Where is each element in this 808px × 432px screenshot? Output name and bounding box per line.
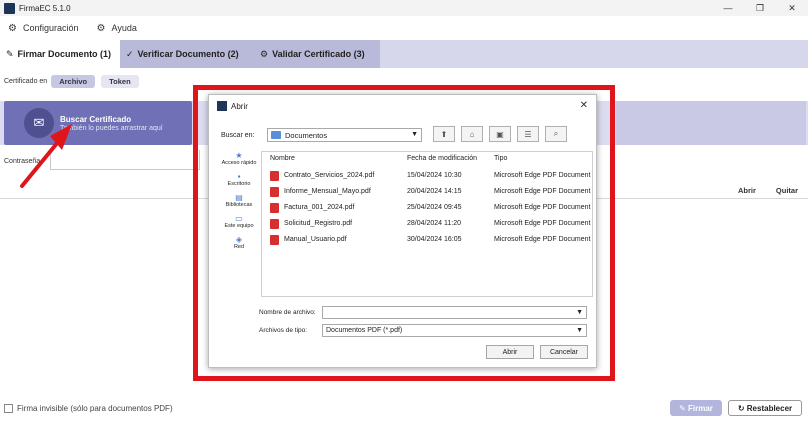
- tab-firmar-documento[interactable]: ✎ Firmar Documento (1): [0, 40, 120, 68]
- menu-configuracion[interactable]: ⚙ Configuración: [8, 23, 79, 34]
- window-titlebar: FirmaEC 5.1.0 — ❐ ✕: [0, 0, 808, 16]
- drop-band-right: [616, 101, 806, 145]
- tab-validar-label: Validar Certificado (3): [272, 49, 365, 59]
- menu-configuracion-label: Configuración: [22, 23, 79, 33]
- help-icon: ⚙: [96, 22, 106, 34]
- maximize-button[interactable]: ❐: [744, 0, 776, 16]
- menu-ayuda-label: Ayuda: [111, 23, 137, 33]
- gear-icon: ⚙: [260, 48, 269, 59]
- tabs-filler: [380, 40, 808, 68]
- password-input[interactable]: [50, 150, 200, 170]
- close-button[interactable]: ✕: [776, 0, 808, 16]
- column-quitar: Quitar: [775, 186, 798, 195]
- highlight-frame: [193, 85, 615, 381]
- refresh-icon: ↻: [737, 403, 747, 413]
- certificate-source-label: Certificado en: [4, 77, 48, 85]
- certificate-icon: ✉: [24, 108, 54, 138]
- app-logo-icon: [4, 2, 15, 14]
- gear-icon: ⚙: [8, 22, 17, 34]
- pen-icon: ✎: [6, 48, 14, 59]
- tab-validar-certificado[interactable]: ⚙ Validar Certificado (3): [254, 40, 380, 68]
- window-controls: — ❐ ✕: [712, 0, 808, 16]
- search-certificate-dropzone[interactable]: ✉ Buscar Certificado También lo puedes a…: [4, 101, 192, 145]
- certificate-source-row: Certificado en Archivo Token: [4, 74, 145, 88]
- reset-button[interactable]: ↻ Restablecer: [728, 400, 802, 416]
- menubar: ⚙ Configuración ⚙ Ayuda: [0, 18, 147, 38]
- pen-icon: ✎: [679, 403, 689, 413]
- dropzone-text: Buscar Certificado También lo puedes arr…: [60, 115, 163, 132]
- check-icon: ✓: [126, 48, 134, 59]
- dropzone-title: Buscar Certificado: [60, 114, 132, 124]
- minimize-button[interactable]: —: [712, 0, 744, 16]
- main-tabs: ✎ Firmar Documento (1) ✓ Verificar Docum…: [0, 40, 808, 68]
- tab-verificar-label: Verificar Documento (2): [137, 49, 239, 59]
- tab-firmar-label: Firmar Documento (1): [17, 49, 112, 59]
- documents-list-header: Abrir Quitar: [718, 186, 798, 195]
- invisible-signature-checkbox[interactable]: [4, 404, 13, 413]
- column-abrir: Abrir: [737, 186, 756, 195]
- invisible-signature-option[interactable]: Firma invisible (sólo para documentos PD…: [4, 404, 173, 413]
- window-title: FirmaEC 5.1.0: [19, 3, 71, 13]
- option-token[interactable]: Token: [101, 74, 139, 88]
- dropzone-subtitle: También lo puedes arrastrar aquí: [60, 124, 163, 132]
- password-row: Contraseña: [4, 154, 40, 168]
- tab-verificar-documento[interactable]: ✓ Verificar Documento (2): [120, 40, 254, 68]
- reset-button-label: Restablecer: [746, 403, 793, 413]
- sign-button-label: Firmar: [688, 403, 713, 413]
- password-label: Contraseña: [4, 157, 41, 165]
- option-archivo[interactable]: Archivo: [51, 74, 96, 88]
- menu-ayuda[interactable]: ⚙ Ayuda: [97, 23, 137, 34]
- invisible-signature-label: Firma invisible (sólo para documentos PD…: [17, 404, 173, 413]
- sign-button[interactable]: ✎ Firmar: [670, 400, 722, 416]
